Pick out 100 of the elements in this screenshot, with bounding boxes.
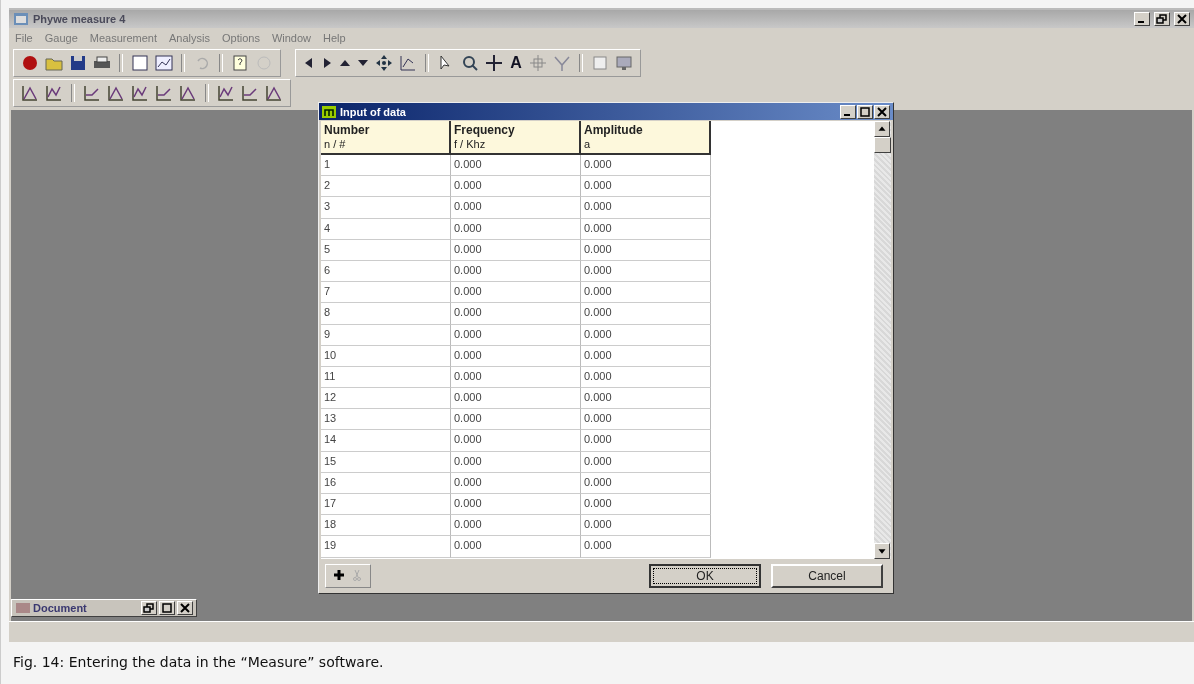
table-cell[interactable]: 0.000 [581, 218, 711, 240]
graph-type-icon[interactable] [106, 83, 126, 103]
table-cell[interactable]: 0.000 [451, 282, 581, 304]
table-cell[interactable]: 0.000 [451, 472, 581, 494]
scroll-thumb[interactable] [874, 137, 891, 153]
table-cell[interactable]: 9 [321, 324, 451, 346]
table-cell[interactable]: 0.000 [581, 536, 711, 558]
scroll-up-icon[interactable] [874, 121, 890, 137]
table-cell[interactable]: 19 [321, 536, 451, 558]
table-cell[interactable]: 0.000 [581, 472, 711, 494]
cancel-button[interactable]: Cancel [771, 564, 883, 588]
text-tool-button[interactable]: A [508, 54, 524, 72]
window-icon[interactable] [130, 53, 150, 73]
minimize-icon[interactable] [840, 104, 856, 119]
table-cell[interactable]: 0.000 [581, 388, 711, 410]
graph-type-icon[interactable] [154, 83, 174, 103]
table-cell[interactable]: 12 [321, 388, 451, 410]
table-cell[interactable]: 0.000 [581, 494, 711, 516]
table-cell[interactable]: 6 [321, 260, 451, 283]
table-cell[interactable]: 0.000 [451, 536, 581, 558]
window-title: Phywe measure 4 [33, 13, 126, 25]
ok-button[interactable]: OK [649, 564, 761, 588]
minimize-icon[interactable] [1134, 12, 1150, 26]
table-cell[interactable]: 2 [321, 176, 451, 198]
dialog-title: Input of data [340, 105, 406, 118]
table-cell[interactable]: 0.000 [451, 155, 581, 177]
search-icon[interactable] [460, 53, 480, 73]
marker-icon[interactable] [528, 53, 548, 73]
chart-icon[interactable] [398, 53, 418, 73]
table-cell[interactable]: 0.000 [581, 515, 711, 537]
graph-type-icon[interactable] [20, 83, 40, 103]
table-cell[interactable]: 4 [321, 218, 451, 240]
table-cell[interactable]: 11 [321, 366, 451, 389]
table-cell[interactable]: 0.000 [451, 197, 581, 219]
graph-type-icon[interactable] [130, 83, 150, 103]
table-cell[interactable]: 13 [321, 409, 451, 431]
restore-icon[interactable] [141, 601, 157, 615]
table-cell[interactable]: 0.000 [581, 197, 711, 219]
table-cell[interactable]: 14 [321, 430, 451, 452]
table-cell[interactable]: 0.000 [581, 345, 711, 367]
save-icon[interactable] [68, 53, 88, 73]
table-cell[interactable]: 0.000 [451, 218, 581, 240]
table-cell[interactable]: 0.000 [451, 515, 581, 537]
table-cell[interactable]: 17 [321, 494, 451, 516]
minimized-window[interactable]: Document [11, 599, 197, 617]
table-cell[interactable]: 10 [321, 345, 451, 367]
table-cell[interactable]: 0.000 [581, 155, 711, 177]
table-cell[interactable]: 5 [321, 239, 451, 261]
table-cell[interactable]: 0.000 [581, 303, 711, 325]
table-cell[interactable]: 0.000 [581, 260, 711, 283]
chart-window-icon[interactable] [154, 53, 174, 73]
crosshair-icon[interactable] [484, 53, 504, 73]
graph-type-icon[interactable] [216, 83, 236, 103]
figure-caption: Fig. 14: Entering the data in the “Measure” software. [12, 653, 385, 670]
close-icon[interactable] [177, 601, 193, 615]
app-icon [13, 12, 29, 26]
graph-type-icon[interactable] [82, 83, 102, 103]
move-icon[interactable] [374, 53, 394, 73]
table-cell[interactable]: 0.000 [451, 494, 581, 516]
table-cell[interactable]: 18 [321, 515, 451, 537]
table-cell[interactable]: 3 [321, 197, 451, 219]
table-cell[interactable]: 0.000 [451, 366, 581, 389]
table-cell[interactable]: 0.000 [581, 324, 711, 346]
table-cell[interactable]: 0.000 [581, 176, 711, 198]
table-cell[interactable]: 0.000 [451, 430, 581, 452]
table-cell[interactable]: 0.000 [451, 239, 581, 261]
table-cell[interactable]: 1 [321, 155, 451, 177]
table-cell[interactable]: 0.000 [451, 176, 581, 198]
table-cell[interactable]: 0.000 [581, 239, 711, 261]
restore-icon[interactable] [1154, 12, 1170, 26]
table-cell[interactable]: 0.000 [451, 303, 581, 325]
table-cell[interactable]: 16 [321, 472, 451, 494]
graph-type-icon[interactable] [178, 83, 198, 103]
scroll-down-icon[interactable] [874, 543, 890, 559]
screen-icon[interactable] [614, 53, 634, 73]
graph-type-icon[interactable] [240, 83, 260, 103]
table-cell[interactable]: 0.000 [581, 282, 711, 304]
scrollbar[interactable] [874, 121, 891, 559]
table-cell[interactable]: 0.000 [451, 260, 581, 283]
table-cell[interactable]: 7 [321, 282, 451, 304]
maximize-icon[interactable] [159, 601, 175, 615]
table-cell[interactable]: 0.000 [581, 451, 711, 473]
table-cell[interactable]: 0.000 [451, 345, 581, 367]
record-icon[interactable] [20, 53, 40, 73]
graph-type-icon[interactable] [44, 83, 64, 103]
graph-type-icon[interactable] [264, 83, 284, 103]
help-icon[interactable] [230, 53, 250, 73]
table-cell[interactable]: 8 [321, 303, 451, 325]
close-icon[interactable] [874, 104, 890, 119]
table-cell[interactable]: 0.000 [581, 366, 711, 389]
maximize-icon[interactable] [857, 104, 873, 119]
table-cell[interactable]: 0.000 [581, 409, 711, 431]
table-cell[interactable]: 0.000 [451, 451, 581, 473]
table-cell[interactable]: 0.000 [451, 409, 581, 431]
table-cell[interactable]: 15 [321, 451, 451, 473]
close-icon[interactable] [1174, 12, 1190, 26]
add-row-button[interactable] [332, 569, 346, 583]
table-cell[interactable]: 0.000 [581, 430, 711, 452]
table-cell[interactable]: 0.000 [451, 388, 581, 410]
table-cell[interactable]: 0.000 [451, 324, 581, 346]
